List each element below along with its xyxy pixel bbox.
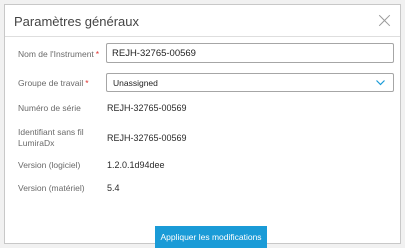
serial-number-label: Numéro de série	[18, 103, 81, 113]
software-version-label: Version (logiciel)	[18, 160, 81, 170]
required-mark: *	[85, 78, 89, 88]
work-group-label: Groupe de travail *	[18, 78, 89, 88]
work-group-selected-value: Unassigned	[113, 78, 158, 88]
wireless-id-label: Identifiant sans fil LumiraDx	[18, 127, 84, 148]
apply-changes-button[interactable]: Appliquer les modifications	[155, 226, 267, 248]
instrument-name-label: Nom de l'Instrument *	[18, 49, 100, 59]
chevron-down-icon	[376, 80, 385, 86]
dialog-title: Paramètres généraux	[14, 14, 140, 29]
wireless-id-value: REJH-32765-00569	[107, 133, 187, 143]
dialog-header: Paramètres généraux	[5, 5, 400, 37]
hardware-version-value: 5.4	[107, 183, 120, 193]
serial-number-value: REJH-32765-00569	[107, 103, 187, 113]
general-settings-dialog: Paramètres généraux Nom de l'Instrument *…	[4, 4, 401, 248]
work-group-select[interactable]: Unassigned	[106, 73, 394, 92]
required-mark: *	[95, 49, 100, 59]
close-icon[interactable]	[378, 14, 391, 27]
software-version-value: 1.2.0.1d94dee	[107, 160, 165, 170]
instrument-name-input[interactable]	[106, 43, 394, 63]
hardware-version-label: Version (matériel)	[18, 183, 85, 193]
